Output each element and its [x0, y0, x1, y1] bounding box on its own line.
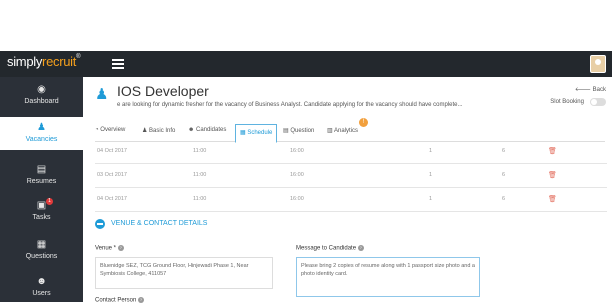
vacancies-icon: ♟	[37, 122, 46, 133]
row-date: 03 Oct 2017	[97, 172, 127, 178]
tasks-badge: 1	[46, 198, 53, 205]
row-count-a: 1	[429, 196, 433, 202]
questions-icon: ▦	[36, 239, 47, 250]
section-title: VENUE & CONTACT DETAILS	[111, 220, 208, 227]
menu-toggle-icon[interactable]	[112, 59, 124, 69]
slot-booking-label: Slot Booking	[550, 99, 584, 105]
slot-booking-toggle[interactable]	[590, 98, 606, 106]
help-icon[interactable]: ?	[117, 245, 124, 251]
row-end-time: 16:00	[290, 172, 304, 178]
row-count-b: 6	[502, 148, 506, 154]
delete-icon[interactable]: 🗑	[548, 171, 557, 179]
logo-accent-text: recruit	[42, 54, 77, 69]
sidebar-item-label: Vacancies	[25, 136, 58, 143]
contact-person-label: Contact Person ?	[95, 297, 145, 304]
vacancy-title-icon: ♟	[95, 86, 109, 103]
tasks-icon: ▣	[36, 200, 47, 211]
tab-label: Schedule	[247, 130, 273, 136]
sidebar-item-resumes[interactable]: ▤ Resumes	[0, 164, 83, 186]
analytics-icon: ▥	[327, 128, 335, 134]
back-link[interactable]: 🡐 Back	[575, 86, 606, 93]
app-logo[interactable]: simplyrecruit®	[7, 54, 81, 69]
tab-basic-info[interactable]: ♟ Basic Info	[142, 127, 175, 134]
main-content: ♟ IOS Developer e are looking for dynami…	[83, 77, 612, 304]
sidebar-item-tasks[interactable]: ▣ 1 Tasks	[0, 198, 83, 221]
user-avatar[interactable]	[590, 55, 606, 73]
sidebar-item-label: Dashboard	[24, 98, 59, 105]
row-count-a: 1	[429, 172, 433, 178]
schedule-row: 04 Oct 2017 11:00 16:00 1 6 🗑	[95, 140, 607, 164]
schedule-row: 03 Oct 2017 11:00 16:00 1 6 🗑	[95, 164, 607, 188]
sidebar-item-label: Resumes	[26, 178, 57, 185]
dashboard-icon: ◉	[37, 84, 46, 95]
venue-label-text: Venue *	[95, 245, 117, 252]
tab-label: Question	[290, 128, 315, 134]
analytics-alert-icon: !	[359, 118, 368, 127]
sidebar-item-label: Users	[32, 290, 51, 297]
back-label: Back	[592, 87, 606, 93]
tab-label: Overview	[100, 127, 126, 133]
row-count-b: 6	[502, 172, 506, 178]
row-count-a: 1	[429, 148, 433, 154]
arrow-left-icon: 🡐	[574, 87, 593, 93]
tab-overview[interactable]: ◔ Overview	[95, 127, 125, 133]
venue-field[interactable]: Bluenidge SEZ, TCG Ground Floor, Hinjewa…	[95, 257, 273, 289]
schedule-row: 04 Oct 2017 11:00 16:00 1 6 🗑	[95, 188, 607, 212]
tab-label: Basic Info	[149, 128, 176, 134]
message-field[interactable]: Please bring 2 copies of resume along wi…	[296, 257, 480, 297]
top-bar: simplyrecruit®	[0, 51, 612, 77]
sidebar-item-label: Tasks	[32, 214, 51, 221]
sidebar-item-questions[interactable]: ▦ Questions	[0, 239, 83, 261]
row-end-time: 16:00	[290, 196, 304, 202]
row-date: 04 Oct 2017	[97, 196, 127, 202]
row-start-time: 11:00	[193, 148, 207, 154]
tab-candidates[interactable]: ☻ Candidates	[188, 127, 226, 133]
row-count-b: 6	[502, 196, 506, 202]
message-label-text: Message to Candidate	[296, 245, 357, 252]
row-start-time: 11:00	[193, 172, 207, 178]
basic-info-icon: ♟	[142, 128, 150, 134]
message-label: Message to Candidate ?	[296, 245, 364, 252]
tab-analytics[interactable]: ▥ Analytics	[327, 127, 358, 134]
sidebar-item-label: Questions	[25, 253, 58, 260]
row-end-time: 16:00	[290, 148, 304, 154]
sidebar-item-users[interactable]: ☻ Users	[0, 276, 83, 298]
logo-main-text: simply	[7, 54, 43, 69]
contact-label-text: Contact Person	[95, 297, 137, 304]
collapse-icon[interactable]	[95, 219, 105, 229]
row-date: 04 Oct 2017	[97, 148, 127, 154]
tab-question[interactable]: ▤ Question	[283, 127, 314, 134]
resumes-icon: ▤	[36, 164, 47, 175]
delete-icon[interactable]: 🗑	[548, 195, 557, 203]
logo-mark: ®	[76, 54, 81, 60]
users-icon: ☻	[36, 276, 47, 287]
help-icon[interactable]: ?	[357, 245, 364, 251]
job-description: e are looking for dynamic fresher for th…	[117, 102, 463, 108]
tab-label: Analytics	[334, 128, 359, 134]
venue-label: Venue * ?	[95, 245, 124, 252]
candidates-icon: ☻	[188, 127, 196, 133]
row-start-time: 11:00	[193, 196, 207, 202]
delete-icon[interactable]: 🗑	[548, 147, 557, 155]
page-title: IOS Developer	[117, 83, 209, 99]
sidebar: ◉ Dashboard ♟ Vacancies ▤ Resumes ▣ 1 Ta…	[0, 77, 83, 302]
help-icon[interactable]: ?	[138, 297, 145, 303]
tab-label: Candidates	[195, 127, 227, 133]
sidebar-item-vacancies[interactable]: ♟ Vacancies	[0, 117, 83, 150]
sidebar-item-dashboard[interactable]: ◉ Dashboard	[0, 84, 83, 106]
